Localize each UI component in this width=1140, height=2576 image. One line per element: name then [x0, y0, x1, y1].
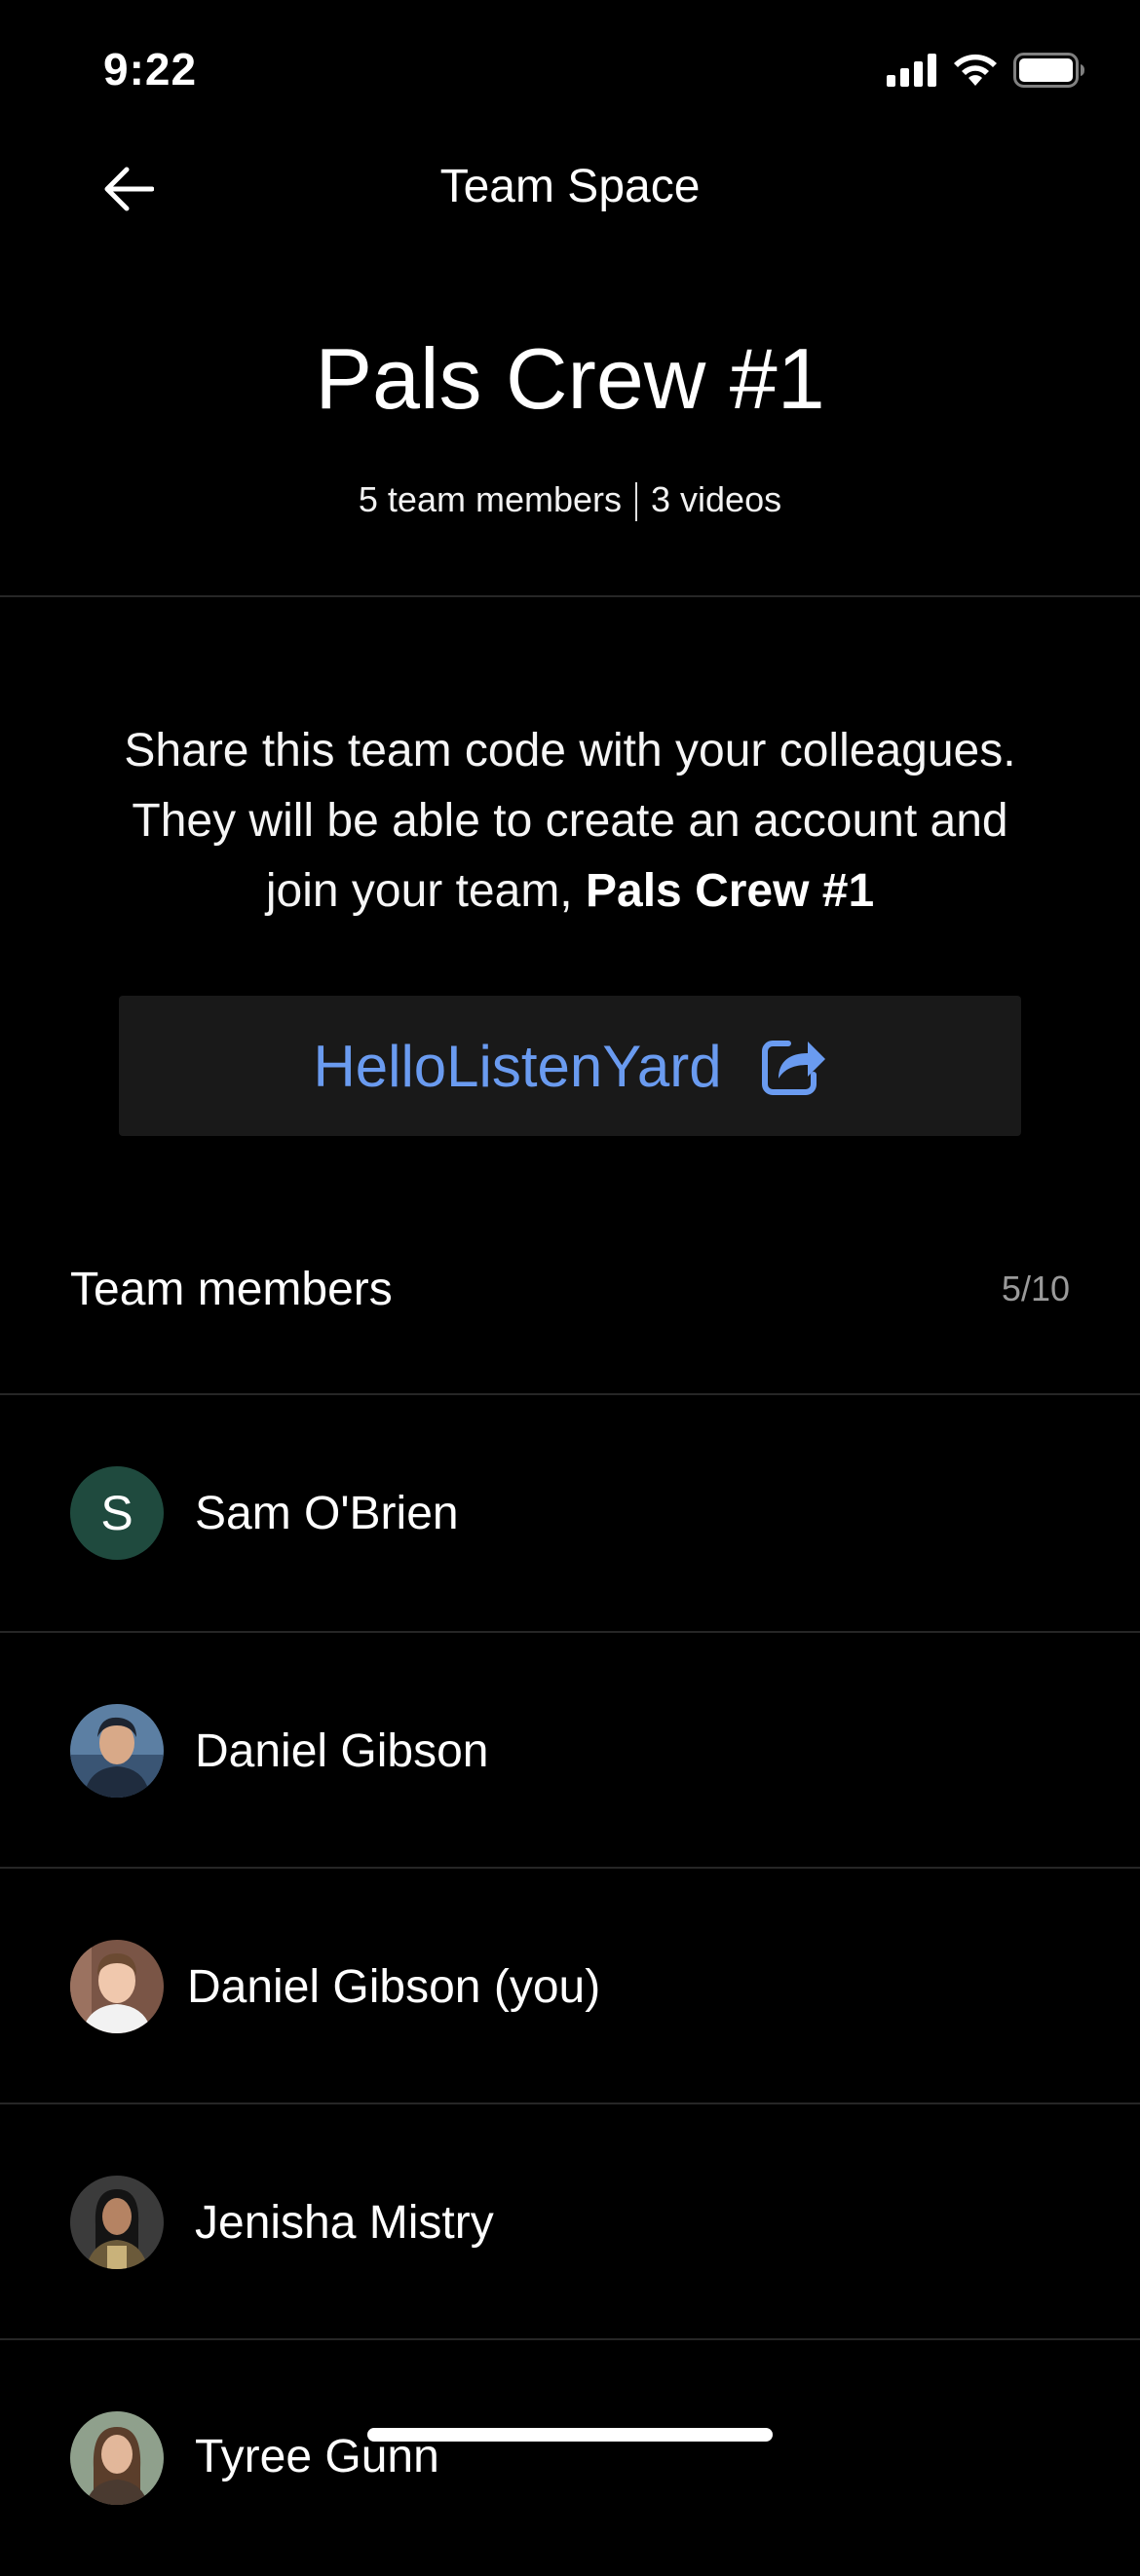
- share-instructions: Share this team code with your colleague…: [68, 716, 1072, 927]
- member-row[interactable]: Tyree Gunn: [0, 2340, 1140, 2576]
- member-row[interactable]: S Sam O'Brien: [0, 1395, 1140, 1631]
- member-row[interactable]: Daniel Gibson: [0, 1633, 1140, 1869]
- team-code: HelloListenYard: [313, 1033, 722, 1099]
- avatar: [70, 1940, 164, 2033]
- status-bar: 9:22: [0, 0, 1140, 136]
- share-line-2: They will be able to create an account a…: [132, 795, 1008, 847]
- share-line-3: join your team, Pals Crew #1: [68, 856, 1072, 927]
- avatar: [70, 1704, 164, 1798]
- team-code-share-button[interactable]: HelloListenYard: [119, 996, 1021, 1136]
- team-members-title: Team members: [70, 1263, 393, 1315]
- team-members-header: Team members 5/10: [70, 1255, 1070, 1323]
- home-indicator[interactable]: [367, 2428, 773, 2442]
- team-name: Pals Crew #1: [315, 330, 825, 427]
- cellular-signal-icon: [887, 54, 936, 87]
- status-time: 9:22: [103, 44, 198, 95]
- battery-icon: [1013, 53, 1084, 88]
- member-name: Sam O'Brien: [195, 1487, 459, 1539]
- avatar: S: [70, 1466, 164, 1560]
- member-count-text: 5 team members: [358, 479, 622, 519]
- member-name: Daniel Gibson (you): [187, 1960, 601, 2013]
- share-icon: [761, 1041, 825, 1095]
- stats-separator: [635, 482, 637, 522]
- team-members-count: 5/10: [1001, 1269, 1070, 1308]
- status-icons: [887, 53, 1085, 88]
- nav-title: Team Space: [439, 161, 701, 212]
- share-line-3-prefix: join your team,: [265, 865, 586, 917]
- member-name: Jenisha Mistry: [195, 2196, 494, 2249]
- header-divider: [0, 595, 1140, 597]
- member-row[interactable]: Daniel Gibson (you): [0, 1869, 1140, 2104]
- video-count-text: 3 videos: [651, 479, 782, 519]
- share-line-1: Share this team code with your colleague…: [124, 725, 1016, 777]
- team-stats: 5 team members 3 videos: [0, 479, 1140, 522]
- member-name: Daniel Gibson: [195, 1724, 489, 1777]
- share-team-name: Pals Crew #1: [585, 865, 875, 917]
- member-row[interactable]: Jenisha Mistry: [0, 2104, 1140, 2340]
- nav-bar: Team Space: [0, 146, 1140, 234]
- avatar: [70, 2176, 164, 2269]
- avatar: [70, 2411, 164, 2505]
- wifi-icon: [954, 54, 997, 86]
